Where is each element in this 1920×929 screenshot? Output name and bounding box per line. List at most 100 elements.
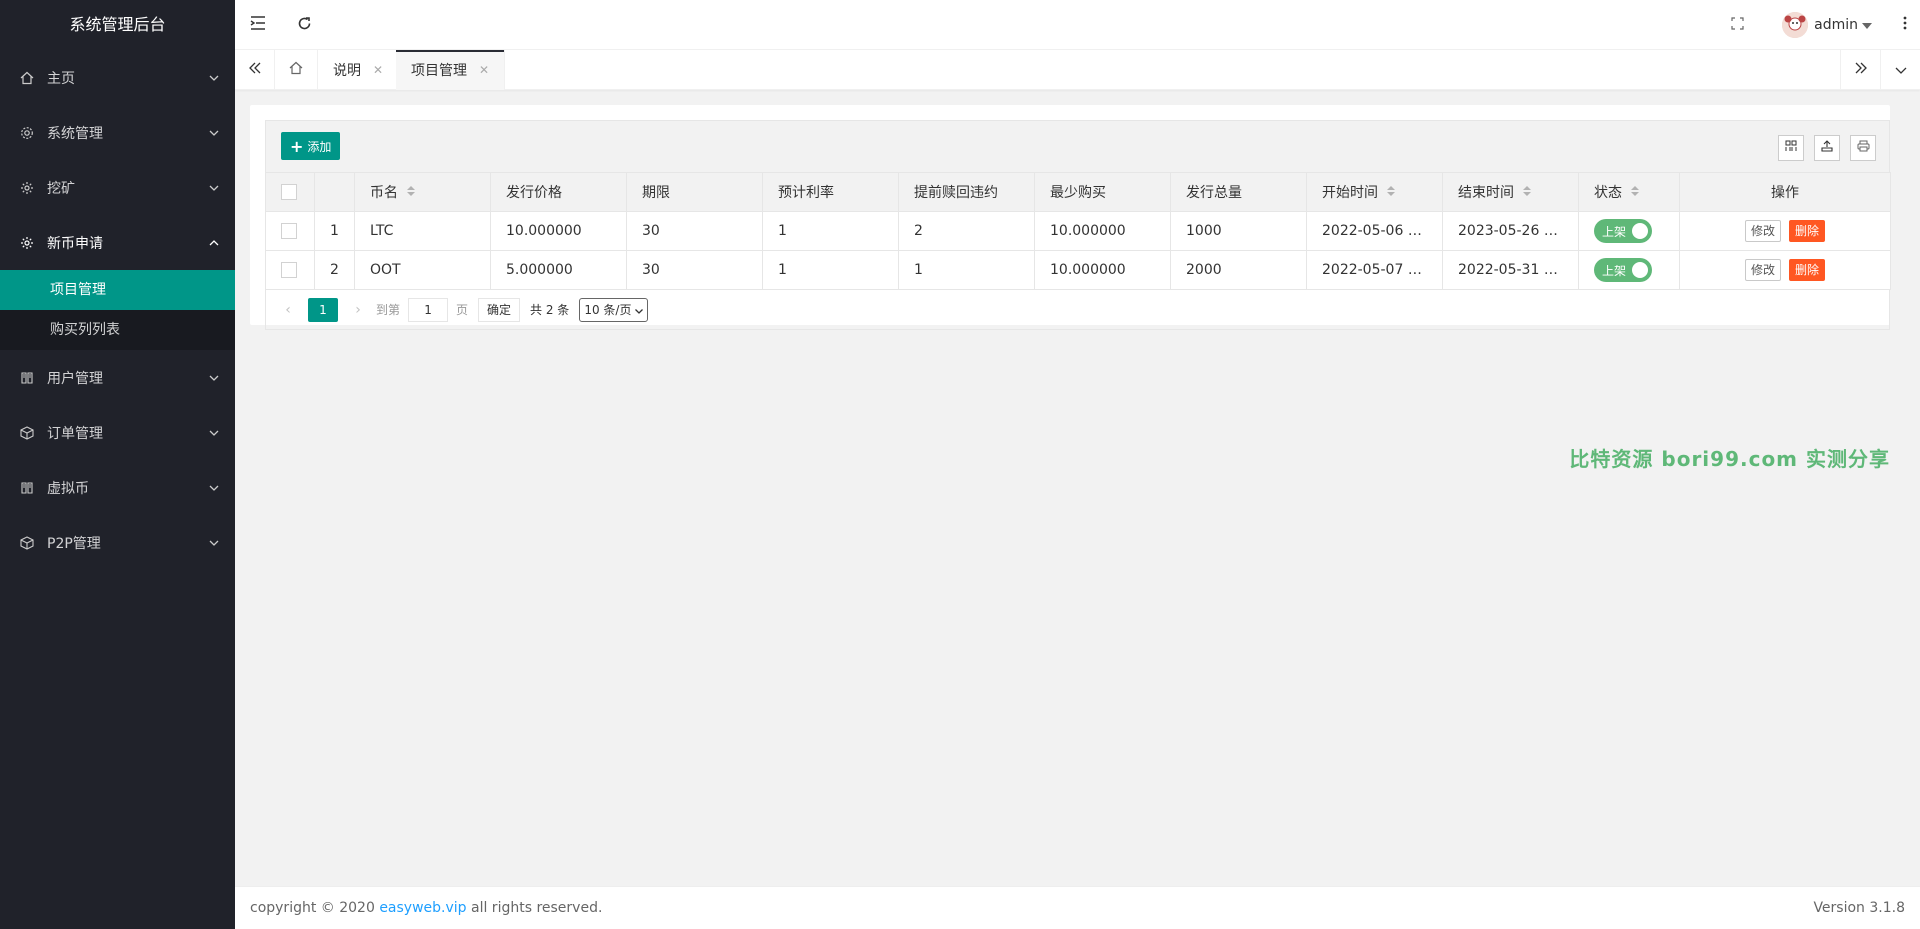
close-icon[interactable]: ✕	[373, 63, 383, 77]
status-toggle[interactable]: 上架	[1594, 219, 1652, 243]
column-header[interactable]: 币名	[354, 172, 491, 212]
prev-page-icon[interactable]: ‹	[276, 302, 300, 318]
current-page[interactable]: 1	[308, 297, 338, 322]
cell-status: 上架	[1578, 211, 1680, 251]
book-icon	[20, 371, 34, 385]
double-chevron-left-icon	[248, 62, 262, 78]
tabs-menu-button[interactable]	[1880, 50, 1920, 90]
sidebar-item-orders[interactable]: 订单管理	[0, 405, 235, 460]
add-button-label: 添加	[307, 139, 332, 154]
sidebar-item-p2p[interactable]: P2P管理	[0, 515, 235, 570]
sidebar-item-label: 虚拟币	[47, 480, 89, 497]
tabs-scroll-right-button[interactable]	[1840, 50, 1880, 90]
column-header-label: 状态	[1594, 185, 1622, 201]
sort-icon[interactable]	[1630, 185, 1640, 201]
close-icon[interactable]: ✕	[479, 63, 489, 77]
print-button[interactable]	[1850, 135, 1876, 161]
add-button[interactable]: + 添加	[281, 132, 341, 160]
tabs-scroll-left-button[interactable]	[235, 50, 275, 90]
double-chevron-right-icon	[1854, 62, 1868, 78]
tab-label: 说明	[333, 63, 361, 79]
sidebar-collapse-button[interactable]	[235, 0, 281, 50]
cell-end-time: 2022-05-31 0...	[1442, 250, 1579, 290]
row-checkbox[interactable]	[281, 223, 297, 239]
chevron-up-icon	[207, 236, 221, 250]
columns-icon	[1785, 140, 1797, 156]
cell-term: 30	[626, 250, 763, 290]
column-header-label: 币名	[370, 185, 398, 201]
status-toggle[interactable]: 上架	[1594, 258, 1652, 282]
row-checkbox[interactable]	[281, 262, 297, 278]
sidebar-item-label: 系统管理	[47, 125, 103, 142]
columns-filter-button[interactable]	[1778, 135, 1804, 161]
caret-down-icon	[1862, 17, 1872, 33]
home-icon	[289, 61, 303, 79]
export-button[interactable]	[1814, 135, 1840, 161]
sort-icon[interactable]	[1386, 185, 1396, 201]
sidebar-item-label: P2P管理	[47, 535, 101, 552]
fullscreen-button[interactable]	[1714, 0, 1760, 50]
row-index: 2	[314, 250, 355, 290]
table-header-row: 币名 发行价格 期限 预计利率 提前赎回违约 最少购买 发行总量 开始时间 结束…	[265, 172, 1891, 212]
cell-penalty: 2	[898, 211, 1035, 251]
gear-icon	[20, 126, 34, 140]
sidebar-item-virtual-coin[interactable]: 虚拟币	[0, 460, 235, 515]
sidebar-subitem-purchase-list[interactable]: 购买列列表	[0, 310, 235, 350]
cell-end-time: 2023-05-26 0...	[1442, 211, 1579, 251]
chevron-down-icon	[207, 126, 221, 140]
sort-icon[interactable]	[406, 185, 416, 201]
column-header-label: 结束时间	[1458, 185, 1514, 201]
copyright-suffix: all rights reserved.	[471, 900, 603, 916]
delete-button[interactable]: 删除	[1789, 259, 1826, 281]
refresh-icon	[297, 16, 312, 35]
tab-label: 项目管理	[411, 63, 467, 79]
cell-rate: 1	[762, 250, 899, 290]
content-card: + 添加 币名 发行价格 期限 预计利率 提前赎回违约 最少购买 发行总量 开始…	[250, 105, 1891, 330]
status-toggle-label: 上架	[1602, 224, 1627, 239]
sidebar-item-users[interactable]: 用户管理	[0, 350, 235, 405]
column-header[interactable]: 状态	[1578, 172, 1680, 212]
tab-instructions[interactable]: 说明 ✕	[318, 50, 400, 90]
sidebar: 系统管理后台 主页 系统管理 挖矿 新币申请 项目管理 购买列列表 用户管理 订…	[0, 0, 235, 929]
page-tabs: 说明 ✕ 项目管理 ✕	[235, 50, 1920, 90]
column-header: 最少购买	[1034, 172, 1171, 212]
cell-name: OOT	[354, 250, 491, 290]
row-select-cell	[265, 250, 315, 290]
more-vertical-icon	[1903, 16, 1907, 34]
refresh-button[interactable]	[281, 0, 327, 50]
plus-icon: +	[290, 136, 304, 156]
sidebar-subitem-project-management[interactable]: 项目管理	[0, 270, 235, 310]
sort-icon[interactable]	[1522, 185, 1532, 201]
next-page-icon[interactable]: ›	[346, 302, 370, 318]
page-size-select[interactable]: 10 条/页	[579, 297, 649, 322]
column-header[interactable]: 结束时间	[1442, 172, 1579, 212]
edit-button[interactable]: 修改	[1744, 259, 1781, 281]
cell-min-purchase: 10.000000	[1034, 250, 1171, 290]
tab-home[interactable]	[275, 50, 318, 90]
select-all-checkbox[interactable]	[281, 184, 297, 200]
chevron-down-icon	[1895, 62, 1907, 78]
sidebar-item-new-coin[interactable]: 新币申请	[0, 215, 235, 270]
chevron-down-icon	[207, 181, 221, 195]
column-header[interactable]: 开始时间	[1306, 172, 1443, 212]
tab-project-management[interactable]: 项目管理 ✕	[396, 50, 506, 90]
chevron-down-icon	[207, 481, 221, 495]
user-menu[interactable]: admin	[1782, 0, 1872, 50]
sidebar-item-mining[interactable]: 挖矿	[0, 160, 235, 215]
chevron-down-icon	[207, 371, 221, 385]
goto-page-input[interactable]: 1	[408, 297, 449, 322]
cell-status: 上架	[1578, 250, 1680, 290]
more-button[interactable]	[1890, 0, 1920, 50]
settings-icon	[20, 236, 34, 250]
cube-icon	[20, 425, 34, 440]
sidebar-item-system[interactable]: 系统管理	[0, 105, 235, 160]
footer-link[interactable]: easyweb.vip	[379, 900, 466, 916]
delete-button[interactable]: 删除	[1789, 220, 1826, 242]
edit-button[interactable]: 修改	[1744, 220, 1781, 242]
total-count: 共 2 条	[530, 303, 570, 317]
select-all-cell	[265, 172, 315, 212]
column-header: 预计利率	[762, 172, 899, 212]
pagination: ‹ 1 › 到第 1 页 确定 共 2 条 10 条/页	[265, 290, 1890, 330]
goto-confirm-button[interactable]: 确定	[478, 297, 521, 322]
sidebar-item-home[interactable]: 主页	[0, 50, 235, 105]
